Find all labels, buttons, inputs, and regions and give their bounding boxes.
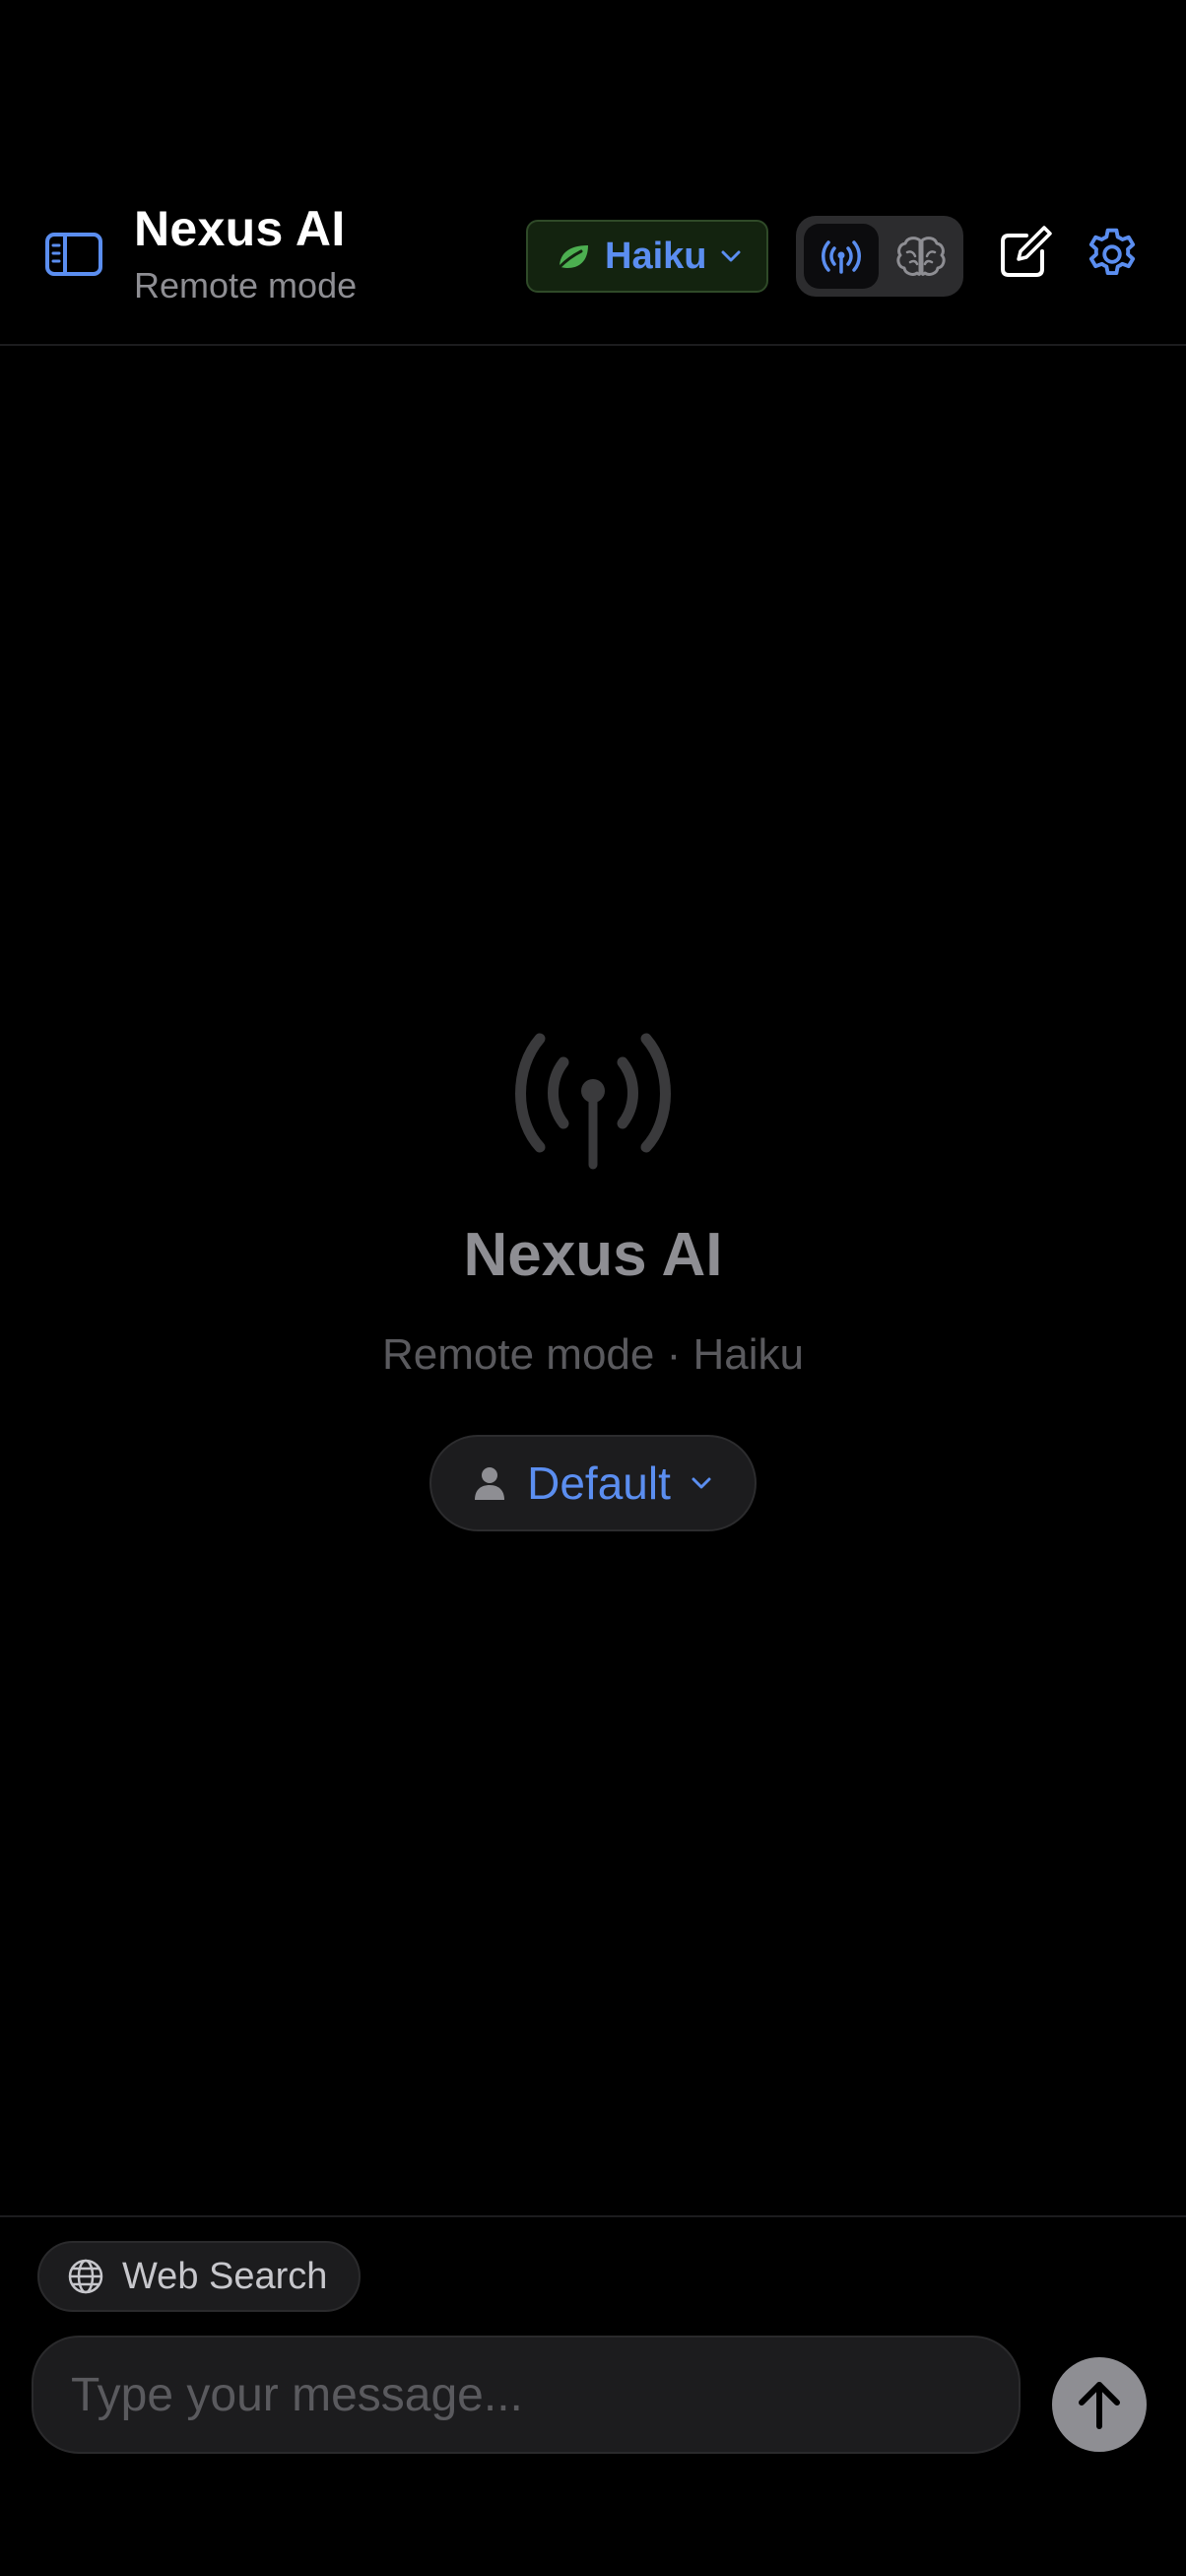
gear-icon — [1088, 228, 1136, 276]
mode-toggle — [796, 216, 963, 297]
web-search-label: Web Search — [122, 2255, 328, 2297]
app-subtitle: Remote mode — [134, 265, 358, 305]
compose-icon — [1001, 226, 1052, 277]
local-mode-button[interactable] — [887, 224, 955, 289]
person-icon — [475, 1467, 505, 1500]
model-selector-button[interactable]: Haiku — [526, 220, 768, 293]
new-chat-button[interactable] — [995, 224, 1054, 283]
sidebar-toggle-button[interactable] — [45, 232, 102, 277]
globe-icon — [68, 2259, 103, 2294]
empty-state-title: Nexus AI — [463, 1221, 723, 1289]
header: Nexus AI Remote mode Haiku — [0, 172, 1186, 346]
empty-state-subtitle: Remote mode · Haiku — [382, 1330, 804, 1379]
composer: Web Search — [0, 2215, 1186, 2576]
model-selector-label: Haiku — [605, 235, 707, 277]
arrow-up-icon — [1079, 2382, 1120, 2429]
message-input[interactable] — [32, 2336, 1021, 2454]
web-search-toggle[interactable]: Web Search — [37, 2241, 361, 2312]
leaf-icon — [558, 245, 588, 269]
title-block: Nexus AI Remote mode — [134, 200, 357, 310]
persona-selector-label: Default — [527, 1457, 671, 1509]
empty-state: Nexus AI Remote mode · Haiku — [0, 1025, 1186, 1382]
app-title: Nexus AI — [134, 201, 346, 256]
chevron-down-icon — [721, 250, 741, 262]
sidebar-icon — [45, 233, 102, 276]
send-button[interactable] — [1052, 2357, 1147, 2452]
antenna-icon — [822, 240, 861, 274]
remote-mode-button[interactable] — [804, 224, 879, 289]
app-screen: Nexus AI Remote mode Haiku Nexus AI Remo… — [0, 0, 1186, 2576]
settings-button[interactable] — [1082, 224, 1143, 285]
persona-selector-button[interactable]: Default — [429, 1435, 757, 1531]
chevron-down-icon — [692, 1477, 711, 1489]
brain-icon — [896, 237, 946, 276]
antenna-icon — [515, 1033, 671, 1170]
